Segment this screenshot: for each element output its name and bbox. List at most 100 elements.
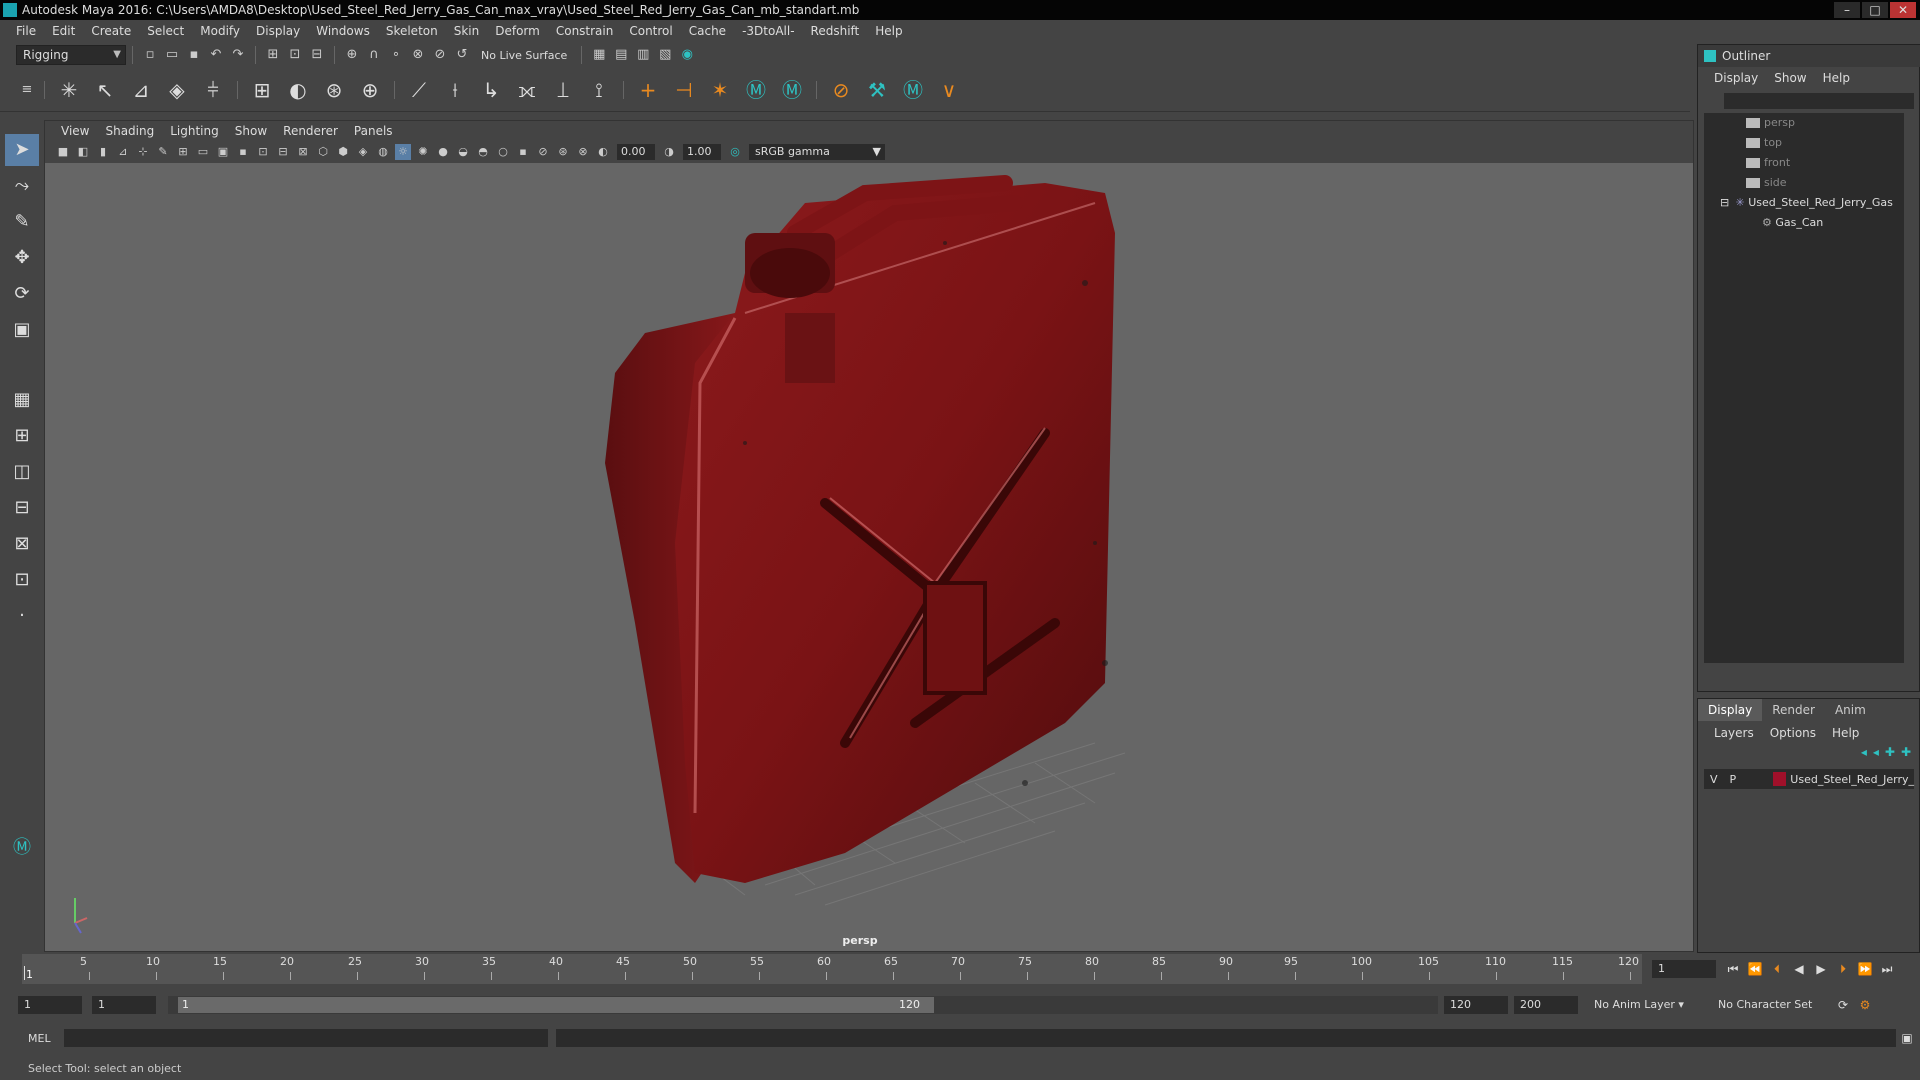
lattice-icon[interactable]: ⊞	[247, 75, 277, 105]
menu-modify[interactable]: Modify	[192, 24, 248, 38]
menu-control[interactable]: Control	[621, 24, 680, 38]
outliner-menu-help[interactable]: Help	[1815, 71, 1858, 85]
outliner-menu-show[interactable]: Show	[1766, 71, 1814, 85]
outliner-item-top[interactable]: top	[1704, 133, 1904, 153]
menu-deform[interactable]: Deform	[487, 24, 548, 38]
range-slider[interactable]: 1 120	[168, 996, 1438, 1014]
persp-graph-layout-icon[interactable]: ⊠	[5, 528, 39, 560]
menu-cache[interactable]: Cache	[681, 24, 734, 38]
camera-attributes-icon[interactable]: ◧	[75, 144, 91, 160]
snap-curve-icon[interactable]: ∩	[365, 46, 383, 64]
save-scene-icon[interactable]: ▪	[185, 46, 203, 64]
cluster-icon[interactable]: ◐	[283, 75, 313, 105]
anti-aliasing-icon[interactable]: ◓	[475, 144, 491, 160]
time-slider[interactable]: 1 5 10 15 20 25 30 35 40 45 50 55 60 65 …	[22, 954, 1642, 984]
menu-file[interactable]: File	[8, 24, 44, 38]
view-transform-selector[interactable]: sRGB gamma ▼	[749, 144, 885, 160]
resolution-gate-icon[interactable]: ▣	[215, 144, 231, 160]
select-component-icon[interactable]: ⊟	[308, 46, 326, 64]
rotate-tool-icon[interactable]: ⟳	[5, 278, 39, 310]
aim-constraint-icon[interactable]: ⊣	[669, 75, 699, 105]
new-layer-selected-icon[interactable]: ✚	[1901, 745, 1911, 759]
mode-selector[interactable]: Rigging ▼	[16, 45, 126, 65]
wireframe-on-shaded-icon[interactable]: ◈	[355, 144, 371, 160]
collapse-icon[interactable]: ⊟	[1720, 193, 1732, 213]
layer-menu-options[interactable]: Options	[1762, 726, 1824, 740]
film-gate-icon[interactable]: ▭	[195, 144, 211, 160]
scale-tool-icon[interactable]: ▣	[5, 314, 39, 346]
tab-render[interactable]: Render	[1762, 699, 1825, 721]
redo-icon[interactable]: ↷	[229, 46, 247, 64]
snap-surface-icon[interactable]: ⊘	[431, 46, 449, 64]
parent-constraint-icon[interactable]: ∨	[934, 75, 964, 105]
color-management-icon[interactable]: ◎	[727, 144, 743, 160]
render-view-icon[interactable]: ◉	[678, 46, 696, 64]
step-back-key-icon[interactable]: ⏪	[1746, 960, 1764, 978]
snap-point-icon[interactable]: ∘	[387, 46, 405, 64]
menu-edit[interactable]: Edit	[44, 24, 83, 38]
menu-help[interactable]: Help	[867, 24, 910, 38]
vp-menu-lighting[interactable]: Lighting	[162, 124, 227, 138]
isolate-select-icon[interactable]: ▪	[515, 144, 531, 160]
layer-color-swatch[interactable]	[1773, 772, 1787, 786]
use-all-lights-icon[interactable]: ☼	[395, 144, 411, 160]
paint-select-tool-icon[interactable]: ✎	[5, 206, 39, 238]
smooth-bind-icon[interactable]: ⟊	[440, 75, 470, 105]
playback-end-field[interactable]: 120	[1444, 996, 1508, 1014]
snap-live-icon[interactable]: ↺	[453, 46, 471, 64]
select-hierarchy-icon[interactable]: ⊞	[264, 46, 282, 64]
bind-skin-icon[interactable]: ⟋	[404, 75, 434, 105]
move-tool-icon[interactable]: ✥	[5, 242, 39, 274]
bookmark-icon[interactable]: ▮	[95, 144, 111, 160]
ik-handle-icon[interactable]: ↖	[90, 75, 120, 105]
maximize-icon[interactable]: □	[1862, 2, 1888, 18]
motion-blur-icon[interactable]: ◒	[455, 144, 471, 160]
gamma-icon[interactable]: ◑	[661, 144, 677, 160]
go-to-bind-pose-icon[interactable]: ⟘	[548, 75, 578, 105]
start-time-field[interactable]: 1	[18, 996, 82, 1014]
xray-icon[interactable]: ⊘	[535, 144, 551, 160]
xray-joints-icon[interactable]: ⊗	[575, 144, 591, 160]
anim-layer-selector[interactable]: No Anim Layer ▾	[1588, 996, 1708, 1014]
lasso-tool-icon[interactable]: ⤳	[5, 170, 39, 202]
select-object-icon[interactable]: ⊡	[286, 46, 304, 64]
gamma-field[interactable]: 1.00	[683, 144, 721, 160]
vp-menu-shading[interactable]: Shading	[97, 124, 162, 138]
layer-menu-help[interactable]: Help	[1824, 726, 1867, 740]
menu-windows[interactable]: Windows	[308, 24, 378, 38]
move-layer-down-icon[interactable]: ◂	[1873, 745, 1879, 759]
command-language-label[interactable]: MEL	[28, 1032, 60, 1045]
smooth-shade-icon[interactable]: ⬢	[335, 144, 351, 160]
shadows-icon[interactable]: ✺	[415, 144, 431, 160]
move-layer-up-icon[interactable]: ◂	[1861, 745, 1867, 759]
layer-playback-toggle[interactable]: P	[1730, 773, 1737, 786]
ik-spline-icon[interactable]: ⊿	[126, 75, 156, 105]
tab-display[interactable]: Display	[1698, 699, 1763, 721]
side-by-side-layout-icon[interactable]: ◫	[5, 456, 39, 488]
xray-active-icon[interactable]: ⊛	[555, 144, 571, 160]
outliner-item-front[interactable]: front	[1704, 153, 1904, 173]
step-back-frame-icon[interactable]: ⏴	[1768, 960, 1786, 978]
undo-icon[interactable]: ↶	[207, 46, 225, 64]
depth-of-field-icon[interactable]: ○	[495, 144, 511, 160]
menu-redshift[interactable]: Redshift	[803, 24, 868, 38]
layer-row[interactable]: V P Used_Steel_Red_Jerry_	[1704, 769, 1914, 789]
vp-menu-panels[interactable]: Panels	[346, 124, 401, 138]
current-frame-field[interactable]: 1	[1652, 960, 1716, 978]
textured-icon[interactable]: ◍	[375, 144, 391, 160]
play-forward-icon[interactable]: ▶	[1812, 960, 1830, 978]
command-input[interactable]	[64, 1029, 548, 1047]
field-chart-icon[interactable]: ⊡	[255, 144, 271, 160]
hik-controls-icon[interactable]: Ⓜ	[777, 75, 807, 105]
step-forward-key-icon[interactable]: ⏩	[1856, 960, 1874, 978]
go-to-start-icon[interactable]: ⏮	[1724, 960, 1742, 978]
range-slider-handle[interactable]: 1 120	[178, 997, 934, 1013]
open-scene-icon[interactable]: ▭	[163, 46, 181, 64]
blend-shape-icon[interactable]: ⚒	[862, 75, 892, 105]
snap-grid-icon[interactable]: ⊕	[343, 46, 361, 64]
hypershade-icon[interactable]: ▧	[656, 46, 674, 64]
scene-view[interactable]: persp	[45, 163, 1694, 952]
close-icon[interactable]: ✕	[1890, 2, 1916, 18]
detach-skin-icon[interactable]: ⟗	[512, 75, 542, 105]
new-scene-icon[interactable]: ▫	[141, 46, 159, 64]
